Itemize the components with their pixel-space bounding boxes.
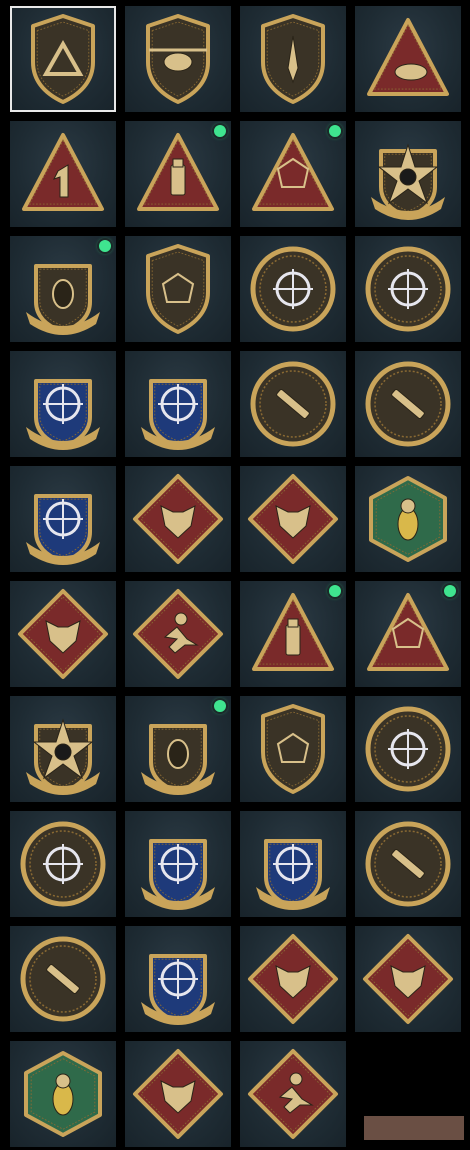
masked-head-crosshair-icon [365,706,451,792]
dragon-diamond-icon [18,589,108,679]
emblem-tile[interactable] [355,811,461,917]
emblem-tile[interactable] [10,6,116,112]
emblem-tile[interactable] [355,581,461,687]
emblem-tile[interactable] [355,926,461,1032]
running-figure-diamond-icon [248,1049,338,1139]
rocket-crosshair-crest-icon [141,954,215,1025]
helicopter-shield-icon [146,14,210,104]
new-indicator-icon [444,585,456,597]
number-one-triangle-icon [22,133,104,211]
emblem-tile[interactable] [355,466,461,572]
skull-star-badge-icon [371,143,445,220]
emblem-tile[interactable] [355,696,461,802]
new-indicator-icon [214,125,226,137]
gasmask-crosshair-icon [20,821,106,907]
emblem-tile[interactable] [240,6,346,112]
new-indicator-icon [99,240,111,252]
rifle-crosshair-ribbon-icon [141,379,215,450]
new-indicator-icon [329,125,341,137]
emblem-tile[interactable] [125,926,231,1032]
usb-triangle-icon [137,133,219,211]
winged-shield-crest-icon [26,264,100,335]
d20-shield-icon [146,244,210,334]
emblem-tile[interactable] [125,696,231,802]
wolf-diamond-icon [133,474,223,564]
emblem-tile[interactable] [10,926,116,1032]
masked-head-crosshair-icon [250,246,336,332]
emblem-tile[interactable] [240,581,346,687]
emblem-tile[interactable] [125,466,231,572]
new-indicator-icon [214,700,226,712]
emblem-tile[interactable] [10,811,116,917]
dagger-shield-icon [261,14,325,104]
rifle-crosshair-ribbon-icon [141,839,215,910]
emblem-tile[interactable] [355,351,461,457]
sniper-circle-shield-icon [365,361,451,447]
rifle-crosshair-ribbon-icon [256,839,330,910]
emblem-tile[interactable] [10,121,116,227]
emblem-tile[interactable] [10,581,116,687]
action-bar[interactable] [364,1116,464,1140]
usb-triangle-icon [252,593,334,671]
emblem-tile[interactable] [240,466,346,572]
hands-d20-triangle-icon [252,133,334,211]
emblem-tile[interactable] [10,351,116,457]
bird-triangle-icon [367,18,449,96]
emblem-tile[interactable] [355,6,461,112]
emblem-tile[interactable] [240,811,346,917]
rifle-crosshair-ribbon-icon [26,379,100,450]
emblem-tile[interactable] [240,926,346,1032]
gasmask-crosshair-icon [365,246,451,332]
rifle-circle-shield-icon [365,821,451,907]
emblem-tile[interactable] [240,696,346,802]
wolf-diamond-icon [248,474,338,564]
emblem-tile[interactable] [240,351,346,457]
running-figure-diamond-icon [133,589,223,679]
wolf-diamond-icon [248,934,338,1024]
rocket-crosshair-crest-icon [26,494,100,565]
winged-shield-crest-icon [141,724,215,795]
new-indicator-icon [329,585,341,597]
d20-shield-icon [261,704,325,794]
mountain-peak-shield-icon [31,14,95,104]
sniper-circle-shield-icon [20,936,106,1022]
skull-star-badge-icon [26,718,100,795]
wolf-diamond-icon [363,934,453,1024]
emblem-tile[interactable] [10,236,116,342]
emblem-tile[interactable] [240,1041,346,1147]
emblem-tile[interactable] [10,1041,116,1147]
rifle-circle-shield-icon [250,361,336,447]
hands-d20-triangle-icon [367,593,449,671]
dragon-diamond-icon [133,1049,223,1139]
emblem-tile[interactable] [125,121,231,227]
emblem-tile[interactable] [125,1041,231,1147]
wasp-hexagon-icon [369,476,447,562]
wasp-hexagon-icon [24,1051,102,1137]
emblem-tile[interactable] [355,121,461,227]
emblem-tile[interactable] [125,6,231,112]
emblem-tile[interactable] [355,236,461,342]
emblem-tile[interactable] [10,466,116,572]
emblem-tile[interactable] [125,811,231,917]
emblem-tile[interactable] [240,121,346,227]
emblem-tile[interactable] [240,236,346,342]
emblem-tile[interactable] [10,696,116,802]
emblem-tile[interactable] [125,351,231,457]
emblem-tile[interactable] [125,236,231,342]
emblem-tile[interactable] [125,581,231,687]
